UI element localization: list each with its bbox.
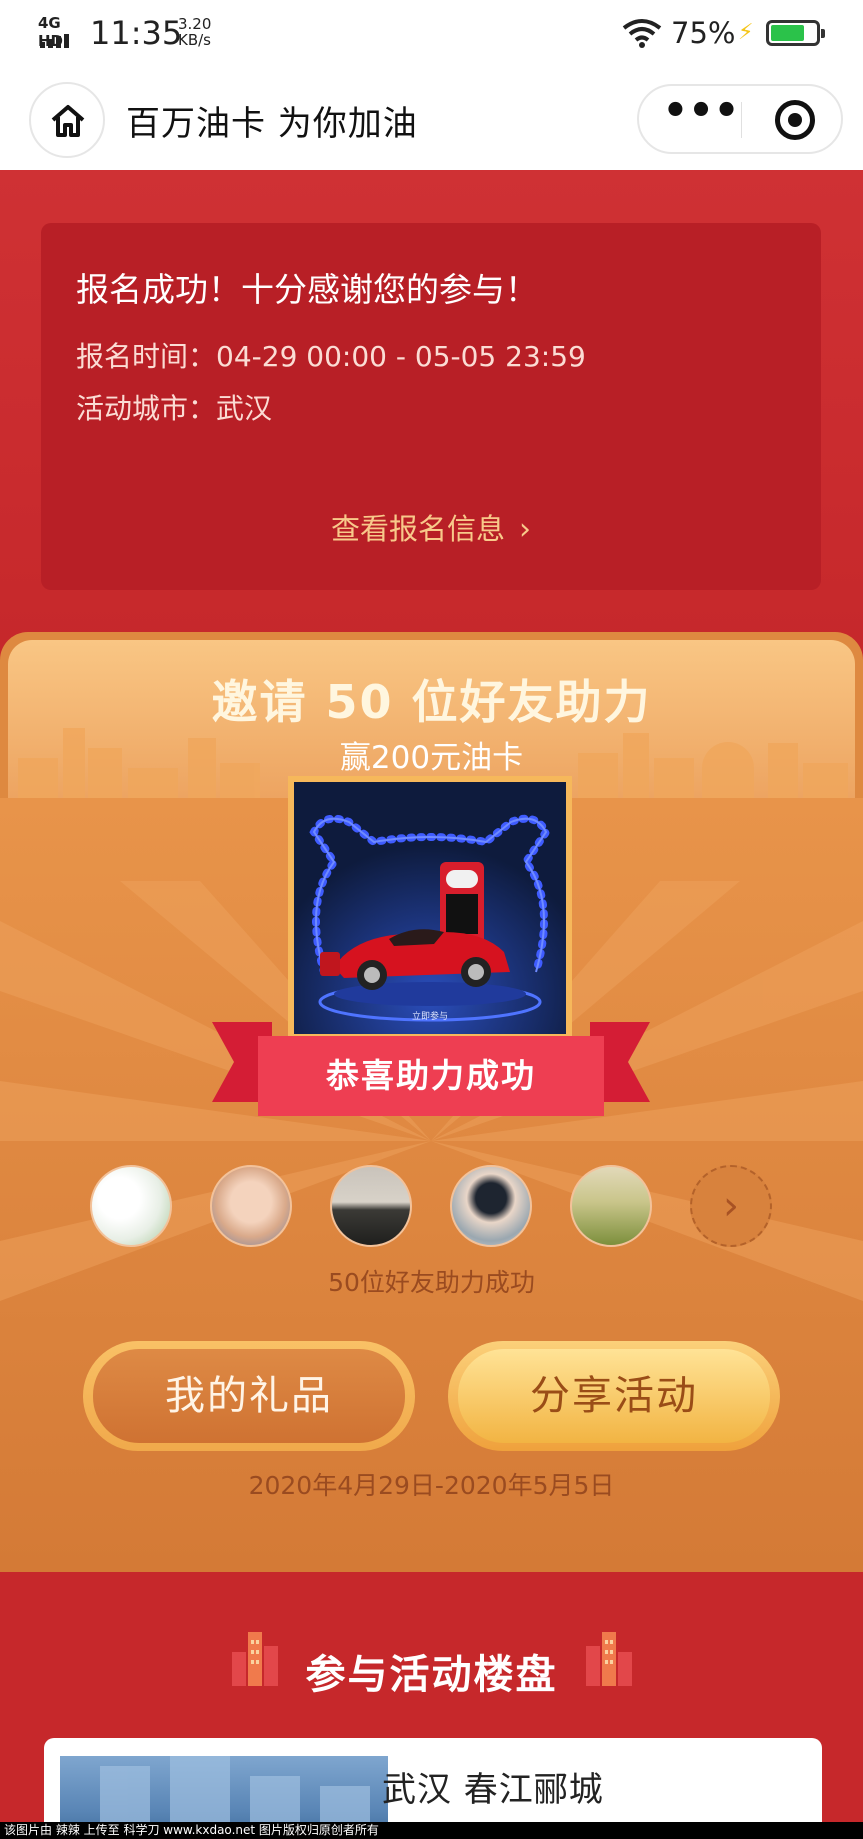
speed-value: 3.20: [178, 15, 212, 33]
success-ribbon: 恭喜助力成功: [212, 1022, 650, 1116]
registration-section: 报名成功！十分感谢您的参与！ 报名时间：04-29 00:00 - 05-05 …: [0, 170, 863, 650]
activity-city-value: 武汉: [216, 392, 273, 425]
capsule-divider: [741, 102, 742, 138]
building-icon: [586, 1632, 632, 1686]
battery-icon: [766, 20, 825, 46]
promo-subheadline: 赢200元油卡: [339, 740, 524, 776]
status-bar: 4G HD 11:35 3.20 KB/s 75% ⚡: [0, 0, 863, 66]
signal-icon: 4G HD: [38, 14, 80, 50]
network-speed: 3.20 KB/s: [178, 16, 211, 48]
page-title: 百万油卡 为你加油: [126, 104, 418, 144]
friend-avatar-3[interactable]: [330, 1165, 412, 1247]
car-fuel-pump-illustration: 立即参与: [294, 782, 566, 1034]
charging-bolt-icon: ⚡: [738, 20, 754, 45]
participating-estates-section: 参与活动楼盘 武汉 春江郦城: [0, 1572, 863, 1838]
view-registration-label: 查看报名信息: [330, 512, 505, 546]
section-title: 参与活动楼盘: [305, 1652, 558, 1698]
battery-fill: [771, 25, 804, 41]
ribbon-text: 恭喜助力成功: [258, 1036, 604, 1116]
my-gifts-label: 我的礼品: [93, 1349, 405, 1443]
more-friends-button[interactable]: ›: [690, 1165, 772, 1247]
registration-card: 报名成功！十分感谢您的参与！ 报名时间：04-29 00:00 - 05-05 …: [41, 223, 821, 590]
view-registration-link[interactable]: 查看报名信息 ›: [41, 506, 821, 548]
friend-avatar-2[interactable]: [210, 1165, 292, 1247]
helped-count-text: 50位好友助力成功: [328, 1268, 535, 1297]
my-gifts-button[interactable]: 我的礼品: [83, 1341, 415, 1451]
share-activity-button[interactable]: 分享活动: [448, 1341, 780, 1451]
wifi-icon: [622, 19, 662, 48]
activity-city-row: 活动城市：武汉: [76, 387, 272, 427]
activity-date-range: 2020年4月29日-2020年5月5日: [248, 1471, 615, 1500]
friend-avatar-4[interactable]: [450, 1165, 532, 1247]
navigation-bar: 百万油卡 为你加油 •••: [0, 66, 863, 170]
share-activity-label: 分享活动: [458, 1349, 770, 1443]
chevron-right-icon: ›: [519, 512, 531, 547]
registration-time-label: 报名时间：: [76, 340, 217, 373]
more-icon[interactable]: •••: [661, 86, 741, 152]
home-icon: [51, 105, 85, 137]
friend-avatar-1[interactable]: [90, 1165, 172, 1247]
activity-city-label: 活动城市：: [76, 392, 217, 425]
mini-program-capsule: •••: [637, 84, 843, 154]
estate-name: 武汉 春江郦城: [382, 1770, 604, 1810]
registration-time-value: 04-29 00:00 - 05-05 23:59: [216, 340, 586, 373]
prize-image[interactable]: 立即参与: [288, 776, 572, 1040]
chevron-right-icon: ›: [723, 1183, 739, 1229]
friend-avatar-list: ›: [0, 1165, 863, 1249]
promo-headline: 邀请 50 位好友助力: [211, 675, 652, 729]
friend-avatar-5[interactable]: [570, 1165, 652, 1247]
close-mini-program-icon[interactable]: [775, 100, 815, 140]
registration-success-text: 报名成功！十分感谢您的参与！: [76, 270, 538, 309]
promo-header: 邀请 50 位好友助力 赢200元油卡: [8, 640, 855, 798]
clock: 11:35: [90, 14, 183, 52]
speed-unit: KB/s: [178, 31, 211, 49]
home-button[interactable]: [29, 82, 105, 158]
watermark-text: 该图片由 辣辣 上传至 科学刀 www.kxdao.net 图片版权归原创者所有: [0, 1822, 863, 1839]
registration-time-row: 报名时间：04-29 00:00 - 05-05 23:59: [76, 335, 586, 375]
battery-percent: 75%: [671, 16, 736, 50]
prize-caption: 立即参与: [412, 1010, 448, 1022]
